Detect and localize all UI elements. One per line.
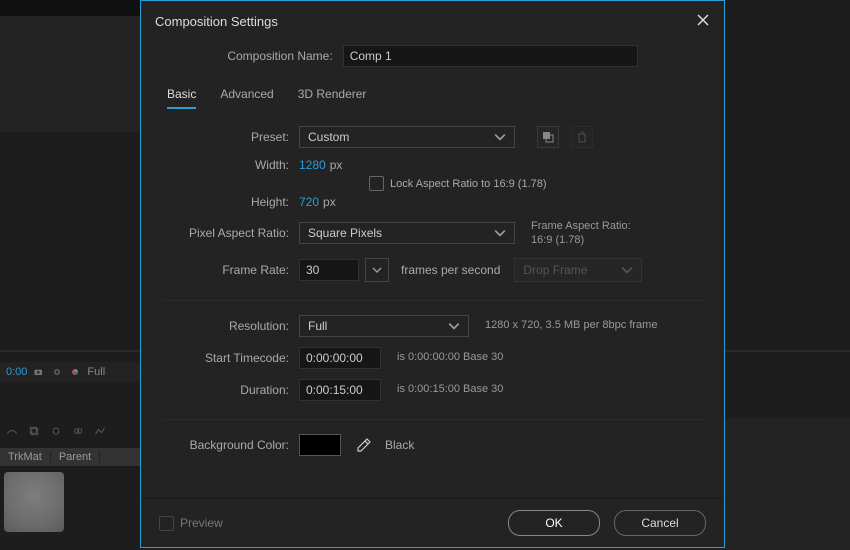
comp-name-input[interactable]	[343, 45, 638, 67]
framerate-label: Frame Rate:	[161, 263, 299, 277]
height-label: Height:	[161, 195, 299, 209]
timeline-icons	[6, 425, 106, 437]
viewer-res-label: Full	[87, 366, 105, 378]
bgcolor-name: Black	[385, 438, 414, 452]
bgcolor-swatch[interactable]	[299, 434, 341, 456]
lock-aspect-checkbox[interactable]	[369, 176, 384, 191]
close-icon[interactable]	[696, 13, 710, 30]
width-unit: px	[330, 158, 343, 172]
par-dropdown[interactable]: Square Pixels	[299, 222, 515, 244]
graph-icon	[94, 425, 106, 437]
chevron-down-icon	[494, 227, 506, 239]
par-value: Square Pixels	[308, 226, 382, 240]
start-tc-label: Start Timecode:	[161, 351, 299, 365]
duration-aside: is 0:00:15:00 Base 30	[397, 382, 503, 396]
col-parent: Parent	[51, 451, 100, 463]
resolution-aside: 1280 x 720, 3.5 MB per 8bpc frame	[485, 318, 657, 332]
framerate-unit: frames per second	[401, 263, 500, 277]
height-unit: px	[323, 195, 336, 209]
viewer-timecode: 0:00	[6, 366, 27, 378]
width-label: Width:	[161, 158, 299, 172]
motionblur-icon	[72, 425, 84, 437]
preview-checkbox[interactable]	[159, 516, 174, 531]
composition-settings-dialog: Composition Settings Composition Name: B…	[140, 0, 725, 548]
watermark-logo	[4, 472, 64, 532]
chevron-down-icon	[621, 264, 633, 276]
comp-name-label: Composition Name:	[227, 49, 332, 63]
start-tc-aside: is 0:00:00:00 Base 30	[397, 350, 503, 364]
right-panel-bg	[725, 418, 850, 550]
preset-dropdown[interactable]: Custom	[299, 126, 515, 148]
camera-icon	[33, 366, 45, 378]
preview-label: Preview	[180, 516, 223, 530]
colorwheel-icon	[69, 366, 81, 378]
timeline-panel-bg	[0, 0, 140, 132]
duration-label: Duration:	[161, 383, 299, 397]
preset-value: Custom	[308, 130, 349, 144]
tabs: Basic Advanced 3D Renderer	[161, 81, 704, 110]
framerate-input[interactable]	[299, 259, 359, 281]
ok-button[interactable]: OK	[508, 510, 600, 536]
eyedropper-icon[interactable]	[353, 434, 375, 456]
preset-label: Preset:	[161, 130, 299, 144]
snapshot-icon	[51, 366, 63, 378]
resolution-label: Resolution:	[161, 319, 299, 333]
delete-preset-button[interactable]	[571, 126, 593, 148]
bgcolor-label: Background Color:	[161, 438, 299, 452]
tab-3d-renderer[interactable]: 3D Renderer	[298, 87, 367, 109]
save-preset-button[interactable]	[537, 126, 559, 148]
fx-icon	[50, 425, 62, 437]
resolution-value: Full	[308, 319, 327, 333]
frame-aspect-aside: Frame Aspect Ratio: 16:9 (1.78)	[531, 219, 631, 248]
layers-icon	[28, 425, 40, 437]
col-trkmat: TrkMat	[0, 451, 51, 463]
viewer-toolbar: 0:00 Full	[0, 362, 146, 382]
framerate-dropdown-button[interactable]	[365, 258, 389, 282]
width-value[interactable]: 1280	[299, 158, 326, 172]
timeline-column-headers: TrkMat Parent	[0, 448, 140, 466]
lock-aspect-label: Lock Aspect Ratio to 16:9 (1.78)	[390, 178, 547, 190]
dialog-footer: Preview OK Cancel	[141, 498, 724, 547]
shy-icon	[6, 425, 18, 437]
dropframe-dropdown: Drop Frame	[514, 258, 642, 282]
chevron-down-icon	[494, 131, 506, 143]
duration-input[interactable]	[299, 379, 381, 401]
resolution-dropdown[interactable]: Full	[299, 315, 469, 337]
tab-advanced[interactable]: Advanced	[220, 87, 273, 109]
height-value[interactable]: 720	[299, 195, 319, 209]
cancel-button[interactable]: Cancel	[614, 510, 706, 536]
dialog-titlebar: Composition Settings	[141, 1, 724, 41]
par-label: Pixel Aspect Ratio:	[161, 226, 299, 240]
start-tc-input[interactable]	[299, 347, 381, 369]
dialog-title: Composition Settings	[155, 14, 278, 29]
tab-basic[interactable]: Basic	[167, 87, 196, 109]
chevron-down-icon	[448, 320, 460, 332]
